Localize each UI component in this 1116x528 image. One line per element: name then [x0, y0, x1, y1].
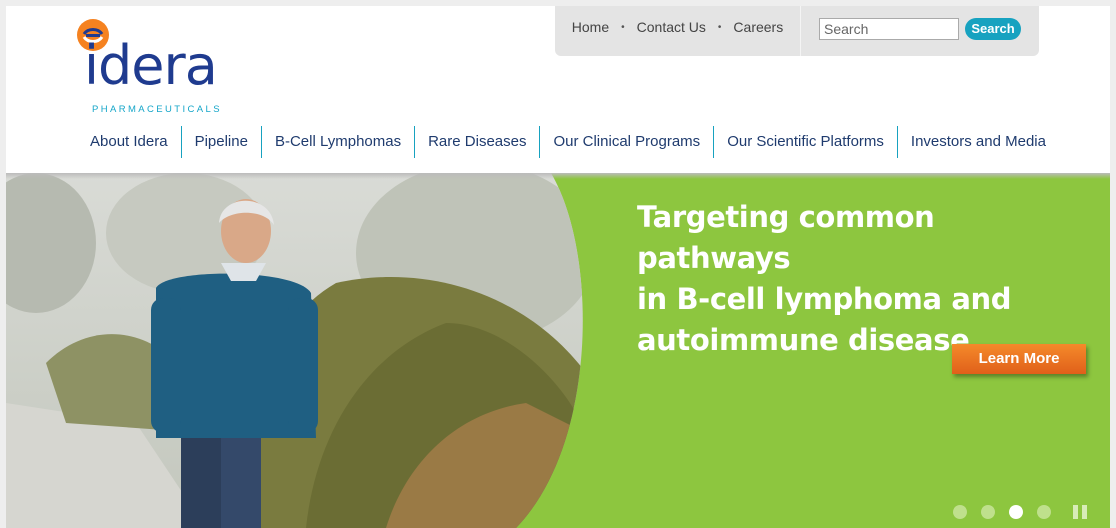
home-link[interactable]: Home	[572, 19, 609, 35]
utility-bar: Home • Contact Us • Careers Search	[555, 6, 1039, 56]
careers-link[interactable]: Careers	[733, 19, 783, 35]
nav-item-about-idera[interactable]: About Idera	[82, 126, 181, 158]
nav-item-pipeline[interactable]: Pipeline	[180, 126, 261, 158]
separator-dot: •	[717, 22, 722, 33]
nav-item-clinical-programs[interactable]: Our Clinical Programs	[539, 126, 713, 158]
carousel-controls	[953, 505, 1087, 519]
carousel-dot[interactable]	[981, 505, 995, 519]
search-button[interactable]: Search	[965, 18, 1021, 40]
hero-headline-line: Targeting common pathways	[637, 200, 935, 275]
logo[interactable]: idera PHARMACEUTICALS	[76, 18, 226, 118]
nav-item-scientific-platforms[interactable]: Our Scientific Platforms	[713, 126, 897, 158]
hero-photo	[6, 173, 583, 528]
logo-wordmark: idera	[84, 34, 218, 97]
pause-icon[interactable]	[1073, 505, 1087, 519]
hero-top-shadow	[6, 173, 1110, 179]
utility-divider	[800, 6, 801, 56]
nav-item-b-cell-lymphomas[interactable]: B-Cell Lymphomas	[260, 126, 414, 158]
carousel-dot[interactable]	[953, 505, 967, 519]
carousel-dot[interactable]	[1037, 505, 1051, 519]
contact-us-link[interactable]: Contact Us	[637, 19, 706, 35]
page: idera PHARMACEUTICALS Home • Contact Us …	[6, 6, 1110, 528]
hero-headline-line: in B-cell lymphoma and	[637, 282, 1012, 316]
nav-item-rare-diseases[interactable]: Rare Diseases	[414, 126, 539, 158]
logo-subtitle: PHARMACEUTICALS	[92, 104, 222, 115]
hero-headline: Targeting common pathways in B-cell lymp…	[637, 197, 1097, 361]
utility-links: Home • Contact Us • Careers	[555, 6, 800, 56]
nav-item-investors-media[interactable]: Investors and Media	[896, 126, 1059, 158]
hero-banner: Targeting common pathways in B-cell lymp…	[6, 173, 1110, 528]
search-input[interactable]	[819, 18, 959, 40]
main-nav: About Idera Pipeline B-Cell Lymphomas Ra…	[82, 126, 1059, 158]
learn-more-button[interactable]: Learn More	[952, 344, 1086, 374]
separator-dot: •	[621, 22, 625, 33]
carousel-dot-active[interactable]	[1009, 505, 1023, 519]
